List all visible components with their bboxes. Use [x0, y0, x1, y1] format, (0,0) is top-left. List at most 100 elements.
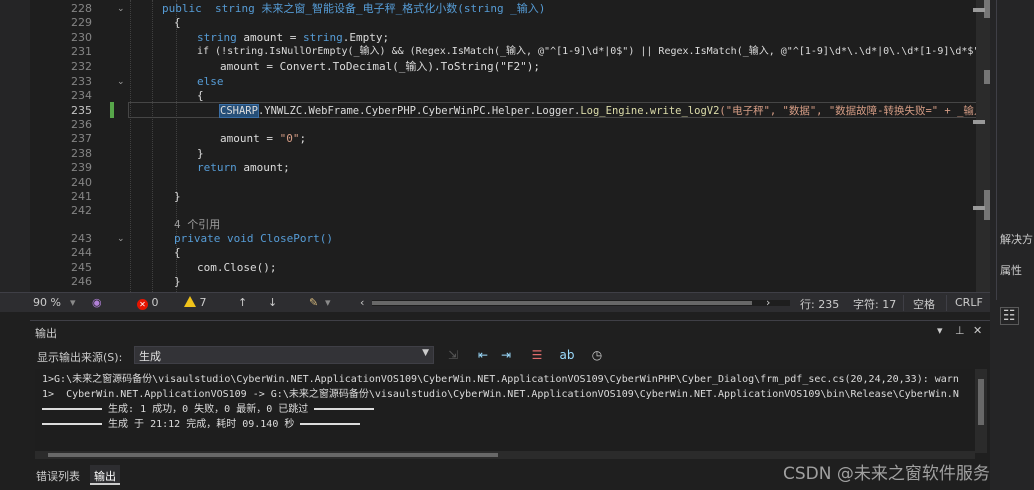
code-token: .Empty;: [342, 31, 390, 44]
warning-indicator[interactable]: 7: [184, 296, 207, 309]
word-wrap-icon[interactable]: ab: [558, 347, 576, 363]
output-text-area[interactable]: 1>G:\未来之窗源码备份\visaulstudio\CyberWin.NET.…: [35, 369, 975, 451]
line-number: 232: [71, 60, 92, 73]
line-number: 239: [71, 161, 92, 174]
code-text: public string 未来之窗_智能设备_电子秤_格式化小数(string…: [162, 2, 546, 15]
scroll-thumb[interactable]: [372, 301, 752, 305]
line-ending[interactable]: CRLF: [955, 296, 983, 309]
pin-icon[interactable]: ⊥: [955, 324, 965, 337]
code-line-244[interactable]: {: [174, 246, 181, 260]
output-line: 生成 于 21:12 完成，耗时 09.140 秒: [42, 418, 361, 432]
code-token: string: [302, 31, 343, 44]
dock-divider: [996, 0, 997, 300]
indent-guide: [152, 0, 153, 292]
cursor-char[interactable]: 字符: 17: [853, 296, 896, 312]
scroll-right-icon[interactable]: ›: [766, 296, 770, 309]
code-token: "0": [279, 132, 300, 145]
output-source-label: 显示输出来源(S):: [37, 351, 123, 364]
code-token: amount =: [243, 31, 303, 44]
code-line-234[interactable]: {: [197, 89, 204, 103]
collapse-icon[interactable]: ⌄: [117, 234, 125, 244]
selected-token[interactable]: CSHARP: [219, 104, 259, 118]
copilot-icon[interactable]: ◉: [92, 296, 102, 309]
scroll-thumb[interactable]: [48, 453, 498, 457]
divider: [903, 295, 904, 311]
code-line-231[interactable]: if (!string.IsNullOrEmpty(_输入) && (Regex…: [197, 45, 979, 59]
close-icon[interactable]: ✕: [973, 324, 982, 337]
cursor-line[interactable]: 行: 235: [800, 296, 839, 312]
warning-icon: [184, 296, 196, 307]
panel-menu-dropdown-icon[interactable]: ▾: [937, 324, 943, 337]
code-editor[interactable]: 228 229 230 231 232 233 234 235 236 237 …: [0, 0, 990, 292]
code-token: amount =: [220, 132, 280, 145]
output-line: 1> CyberWin.NET.ApplicationVOS109 -> G:\…: [42, 389, 959, 400]
scroll-left-icon[interactable]: ‹: [360, 296, 364, 309]
code-line-229[interactable]: {: [174, 16, 181, 30]
brush-icon[interactable]: ✎: [309, 296, 318, 309]
code-line-237[interactable]: amount = "0";: [220, 132, 306, 146]
code-token: ("电子秤", "数据", "数据故障-转换失败=" + _输入);: [719, 105, 990, 117]
next-message-icon[interactable]: ⇥: [497, 347, 515, 363]
previous-message-icon[interactable]: ⇤: [474, 347, 492, 363]
error-indicator[interactable]: ✕ 0: [137, 296, 159, 310]
line-number: 246: [71, 275, 92, 288]
codelens-references[interactable]: 4 个引用: [174, 218, 220, 232]
line-number-current: 235: [71, 104, 92, 117]
code-line-232[interactable]: amount = Convert.ToDecimal(_输入).ToString…: [220, 60, 540, 74]
tab-output[interactable]: 输出: [90, 465, 120, 485]
arrow-down-icon[interactable]: ↓: [268, 296, 277, 309]
tab-error-list[interactable]: 错误列表: [32, 465, 84, 485]
editor-left-strip: [0, 0, 30, 292]
arrow-up-icon[interactable]: ↑: [238, 296, 247, 309]
code-line-239[interactable]: return amount;: [197, 161, 290, 175]
line-number: 228: [71, 2, 92, 15]
code-line-230[interactable]: string amount = string.Empty;: [197, 31, 389, 45]
collapse-icon[interactable]: ⌄: [117, 4, 125, 14]
code-line-235[interactable]: CSHARP.YNWLZC.WebFrame.CyberPHP.CyberWin…: [219, 104, 990, 118]
output-source-select[interactable]: 生成 ▼: [134, 346, 434, 364]
warning-count: 7: [199, 296, 207, 309]
solution-explorer-tab[interactable]: 解决方: [1000, 231, 1033, 247]
whitespace-mode[interactable]: 空格: [913, 296, 935, 312]
build-time: 生成 于 21:12 完成，耗时 09.140 秒: [108, 419, 295, 430]
indent-guide: [130, 0, 131, 292]
line-number: 240: [71, 176, 92, 189]
separator-rule: [42, 408, 102, 410]
code-line-241[interactable]: }: [174, 190, 181, 204]
collapse-icon[interactable]: ⌄: [117, 77, 125, 87]
build-summary: 生成: 1 成功，0 失败，0 最新，0 已跳过: [108, 404, 309, 415]
editor-status-bar: 90 % ▾ ◉ ✕ 0 7 ↑ ↓ ✎ ▾ ‹ › 行: 235 字符: 17…: [0, 292, 990, 312]
separator-rule: [314, 408, 375, 410]
scroll-marker: [973, 206, 985, 210]
categorized-icon[interactable]: ☷: [1000, 307, 1019, 325]
scroll-marker: [973, 120, 985, 124]
code-token: return: [197, 161, 244, 174]
code-line-238[interactable]: }: [197, 147, 204, 161]
scroll-thumb[interactable]: [978, 379, 984, 425]
code-line-233[interactable]: else: [197, 75, 224, 89]
code-line-245[interactable]: com.Close();: [197, 261, 276, 275]
go-to-message-icon[interactable]: ⇲: [444, 347, 462, 363]
brush-dropdown-icon[interactable]: ▾: [325, 296, 331, 309]
properties-tab[interactable]: 属性: [1000, 262, 1022, 278]
code-token: string: [197, 31, 244, 44]
line-number: 244: [71, 246, 92, 259]
error-icon: ✕: [137, 299, 148, 310]
output-line: 生成: 1 成功，0 失败，0 最新，0 已跳过: [42, 403, 375, 417]
chevron-down-icon: ▼: [422, 348, 429, 358]
code-line-228[interactable]: public string 未来之窗_智能设备_电子秤_格式化小数(string…: [162, 2, 545, 16]
editor-vertical-scrollbar[interactable]: [976, 0, 990, 292]
line-number: 243: [71, 232, 92, 245]
panel-gap: [0, 312, 990, 320]
code-line-243[interactable]: private void ClosePort(): [174, 232, 333, 246]
line-number: 237: [71, 132, 92, 145]
line-number: 230: [71, 31, 92, 44]
clear-all-icon[interactable]: ☰: [528, 347, 546, 363]
zoom-level[interactable]: 90 %: [33, 296, 61, 309]
code-token: amount;: [243, 161, 290, 174]
zoom-dropdown-icon[interactable]: ▾: [70, 296, 76, 309]
output-source-value: 生成: [139, 350, 161, 363]
code-line-246[interactable]: }: [174, 275, 181, 289]
change-indicator: [110, 102, 114, 118]
clock-icon[interactable]: ◷: [588, 347, 606, 363]
